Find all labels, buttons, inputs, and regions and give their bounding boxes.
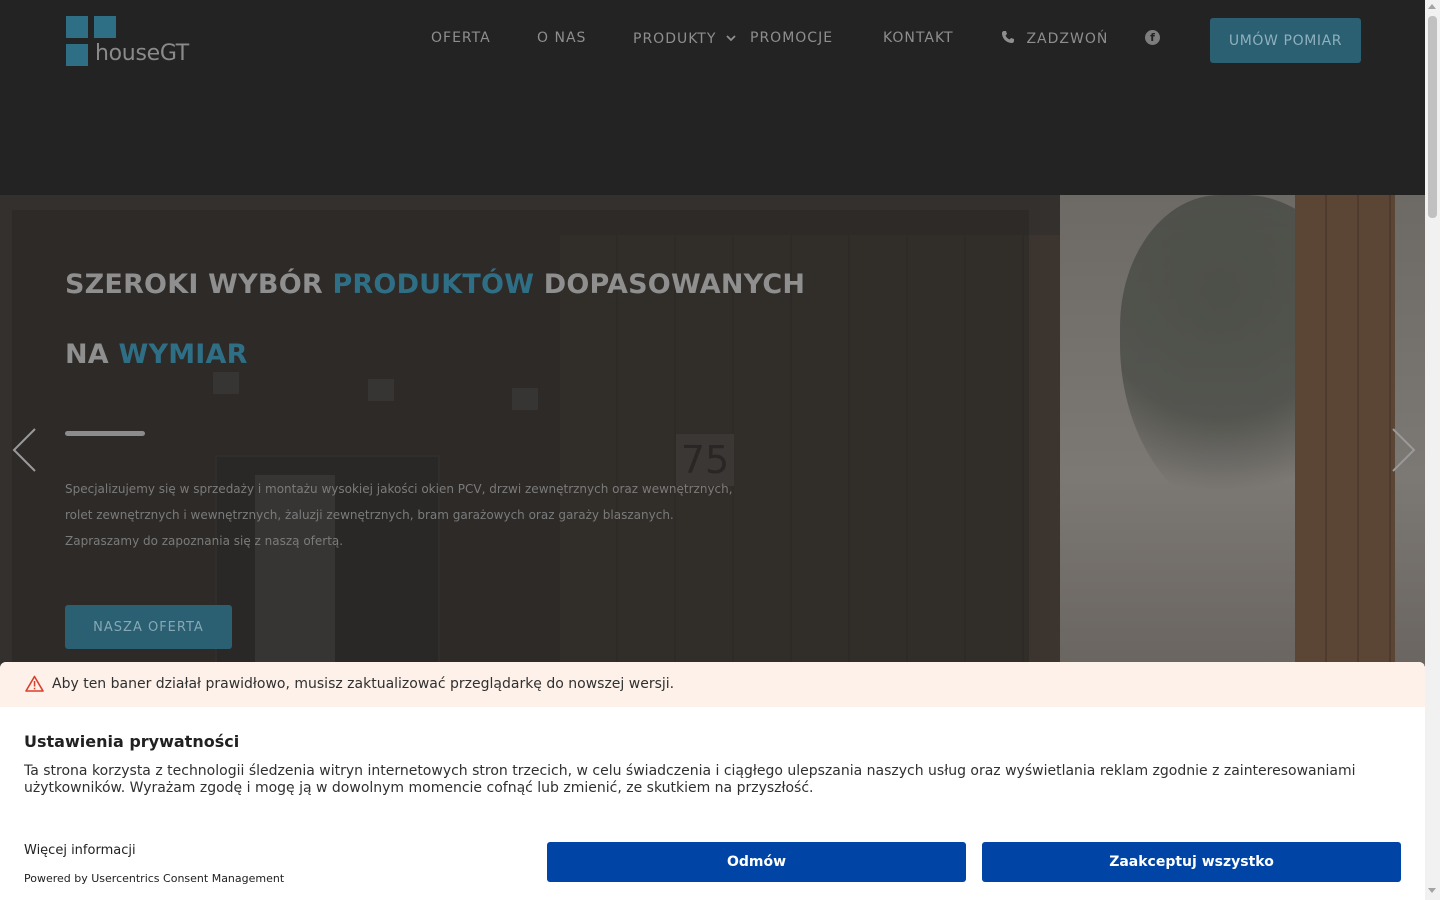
- hero-description-line: Specjalizujemy się w sprzedaży i montażu…: [65, 482, 733, 496]
- facebook-icon[interactable]: f: [1145, 30, 1160, 45]
- scroll-up-arrow-icon[interactable]: [1428, 4, 1436, 9]
- hero-title-line-1: SZEROKI WYBÓR PRODUKTÓW DOPASOWANYCH: [65, 269, 805, 300]
- hero-title-text: NA: [65, 339, 119, 370]
- scroll-down-arrow-icon[interactable]: [1428, 888, 1436, 893]
- hero-title-highlight: PRODUKTÓW: [332, 269, 535, 300]
- chevron-right-icon[interactable]: [1388, 427, 1418, 473]
- deny-button[interactable]: Odmów: [547, 842, 966, 882]
- site-header: houseGT OFERTA O NAS PRODUKTY PROMOCJE K…: [0, 0, 1425, 195]
- nav-item-label: PROMOCJE: [750, 30, 834, 46]
- hero-slider: 75 SZEROKI WYBÓR PRODUKTÓW DOPASOWANYCH …: [0, 195, 1425, 665]
- hero-title-line-2: NA WYMIAR: [65, 339, 248, 370]
- hero-description-line: Zapraszamy do zapoznania się z naszą ofe…: [65, 534, 344, 548]
- consent-title: Ustawienia prywatności: [24, 732, 240, 751]
- hero-title-text: DOPASOWANYCH: [534, 269, 806, 300]
- warning-icon: [25, 675, 44, 696]
- logo-square: [94, 16, 116, 38]
- nav-item-kontakt[interactable]: KONTAKT: [883, 30, 954, 48]
- hero-divider: [65, 431, 145, 436]
- nav-item-oferta[interactable]: OFERTA: [431, 30, 491, 48]
- logo-square: [66, 16, 88, 38]
- cookie-consent-banner: Aby ten baner działał prawidłowo, musisz…: [0, 662, 1425, 900]
- browser-warning-bar: Aby ten baner działał prawidłowo, musisz…: [0, 662, 1425, 707]
- nav-item-produkty[interactable]: PRODUKTY: [633, 30, 736, 48]
- page-scrollbar[interactable]: [1425, 0, 1440, 900]
- logo[interactable]: houseGT: [66, 16, 206, 68]
- hero-description-line: rolet zewnętrznych i wewnętrznych, żaluz…: [65, 508, 674, 522]
- nav-item-label: O NAS: [537, 30, 587, 46]
- nav-item-label: PRODUKTY: [633, 31, 717, 47]
- phone-icon: [1001, 30, 1015, 48]
- accept-all-button[interactable]: Zaakceptuj wszystko: [982, 842, 1401, 882]
- scrollbar-thumb[interactable]: [1428, 16, 1437, 218]
- hero-title-highlight: WYMIAR: [118, 339, 248, 370]
- nav-item-label: OFERTA: [431, 30, 491, 46]
- nasza-oferta-button[interactable]: NASZA OFERTA: [65, 605, 232, 649]
- hero-title-text: SZEROKI WYBÓR: [65, 269, 333, 300]
- chevron-down-icon: [726, 30, 736, 46]
- nav-item-label: KONTAKT: [883, 30, 954, 46]
- umow-pomiar-button[interactable]: UMÓW POMIAR: [1210, 18, 1361, 63]
- more-info-link[interactable]: Więcej informacji: [24, 843, 136, 858]
- nav-item-label: ZADZWOŃ: [1026, 31, 1109, 47]
- hero-background: [1295, 195, 1395, 665]
- consent-description: Ta strona korzysta z technologii śledzen…: [24, 763, 1356, 796]
- chevron-left-icon[interactable]: [10, 427, 40, 473]
- browser-warning-text: Aby ten baner działał prawidłowo, musisz…: [52, 676, 675, 692]
- nav-item-promocje[interactable]: PROMOCJE: [750, 30, 833, 48]
- powered-by-text: Powered by Usercentrics Consent Manageme…: [24, 872, 285, 885]
- nav-item-zadzwon[interactable]: ZADZWOŃ: [1001, 30, 1108, 48]
- logo-text: houseGT: [95, 41, 189, 66]
- nav-item-o-nas[interactable]: O NAS: [537, 30, 586, 48]
- logo-square: [66, 44, 88, 66]
